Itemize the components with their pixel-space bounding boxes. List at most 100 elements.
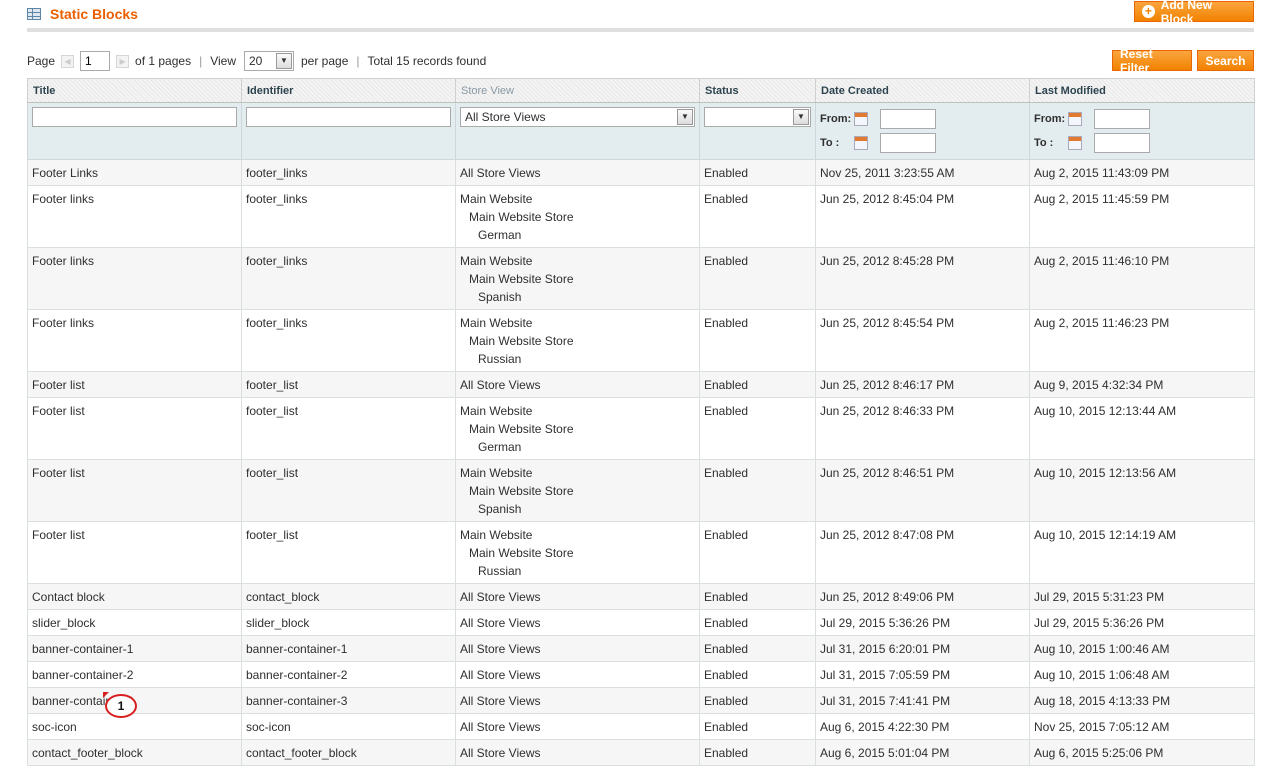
next-page-icon[interactable]: ▶ [116,54,130,68]
status-cell: Enabled [699,687,816,714]
store-view-cell: All Store Views [455,687,700,714]
total-records: Total 15 records found [367,54,487,68]
table-row[interactable]: Footer links footer_links Main Website Main… [27,185,1255,248]
store-view-line: Main Website [460,404,533,418]
store-view-line: Main Website [460,254,533,268]
store-view-line: All Store Views [460,590,541,604]
last-modified-cell: Aug 10, 2015 12:14:19 AM [1029,521,1255,584]
table-row[interactable]: slider_block slider_block All Store Views E… [27,609,1255,636]
created-to-input[interactable] [880,133,936,153]
store-view-line: All Store Views [460,166,541,180]
date-created-cell: Jun 25, 2012 8:47:08 PM [815,521,1030,584]
store-view-line: German [478,228,522,242]
table-row[interactable]: Footer Links footer_links All Store Views E… [27,159,1255,186]
date-created-cell: Jun 25, 2012 8:46:51 PM [815,459,1030,522]
identifier-cell: contact_block [241,583,456,610]
last-modified-cell: Aug 2, 2015 11:46:10 PM [1029,247,1255,310]
of-pages-text: of 1 pages [135,54,192,68]
identifier-filter-input[interactable] [246,107,451,127]
last-modified-cell: Aug 18, 2015 4:13:33 PM [1029,687,1255,714]
column-header-date-created[interactable]: Date Created [815,78,1030,103]
store-view-filter-select[interactable]: All Store Views ▼ [460,107,695,127]
title-cell: soc-icon [27,713,242,740]
title-cell: Footer links [27,309,242,372]
column-header-title[interactable]: Title [27,78,242,103]
separator: | [199,54,203,68]
reset-filter-button[interactable]: Reset Filter [1112,47,1192,75]
plus-icon: + [1142,5,1155,18]
grid-body: Footer Links footer_links All Store Views E… [27,159,1255,766]
table-row[interactable]: Footer links footer_links Main Website Main… [27,309,1255,372]
last-modified-cell: Aug 10, 2015 1:00:46 AM [1029,635,1255,662]
blocks-grid: Title Identifier Store View Status Date … [27,78,1255,766]
date-created-cell: Jul 29, 2015 5:36:26 PM [815,609,1030,636]
store-view-cell: Main Website Main Website Store Spanish [455,247,700,310]
table-row[interactable]: Footer list footer_list Main Website Main W… [27,459,1255,522]
page-label: Page [27,54,56,68]
status-cell: Enabled [699,459,816,522]
table-row[interactable]: Contact block contact_block All Store View… [27,583,1255,610]
title-cell: banner-container-2 [27,661,242,688]
calendar-icon[interactable] [854,112,868,126]
table-row[interactable]: Footer list footer_list Main Website Main W… [27,521,1255,584]
store-view-cell: All Store Views [455,371,700,398]
modified-to-input[interactable] [1094,133,1150,153]
store-view-cell: All Store Views [455,159,700,186]
store-view-cell: All Store Views [455,609,700,636]
prev-page-icon[interactable]: ◀ [61,54,75,68]
table-row[interactable]: banner-container-2 banner-container-2 All … [27,661,1255,688]
table-row[interactable]: Footer list footer_list Main Website Main W… [27,397,1255,460]
store-view-line: Russian [478,352,522,366]
store-view-line: Main Website Store [469,422,574,436]
calendar-icon[interactable] [1068,112,1082,126]
store-view-line: All Store Views [460,668,541,682]
modified-from-label: From: [1034,113,1066,125]
calendar-icon[interactable] [1068,136,1082,150]
last-modified-cell: Nov 25, 2015 7:05:12 AM [1029,713,1255,740]
status-filter-select[interactable]: ▼ [704,107,811,127]
store-view-cell: All Store Views [455,635,700,662]
store-view-line: All Store Views [460,720,541,734]
store-view-line: Main Website [460,316,533,330]
table-row[interactable]: Footer list footer_list All Store Views Ena… [27,371,1255,398]
column-header-identifier[interactable]: Identifier [241,78,456,103]
created-to-label: To : [820,137,840,149]
date-created-cell: Jun 25, 2012 8:49:06 PM [815,583,1030,610]
search-button[interactable]: Search [1197,50,1254,71]
page-header: Static Blocks [27,0,1254,32]
created-from-input[interactable] [880,109,936,129]
last-modified-cell: Aug 10, 2015 12:13:44 AM [1029,397,1255,460]
calendar-icon[interactable] [854,136,868,150]
column-header-status[interactable]: Status [699,78,816,103]
title-filter-input[interactable] [32,107,237,127]
store-view-cell: Main Website Main Website Store Russian [455,309,700,372]
modified-from-input[interactable] [1094,109,1150,129]
identifier-cell: footer_links [241,185,456,248]
per-page-label: per page [301,54,349,68]
per-page-select[interactable]: 20 ▼ [244,51,294,71]
table-row[interactable]: banner-container-1 banner-container-1 All … [27,635,1255,662]
store-view-line: Main Website Store [469,484,574,498]
title-cell: Footer list [27,397,242,460]
last-modified-cell: Aug 10, 2015 12:13:56 AM [1029,459,1255,522]
identifier-cell: banner-container-2 [241,661,456,688]
store-view-cell: All Store Views [455,661,700,688]
page-number-input[interactable] [80,51,111,71]
title-cell: Footer links [27,185,242,248]
column-header-last-modified[interactable]: Last Modified [1029,78,1255,103]
table-row[interactable]: soc-icon soc-icon All Store Views Enabled Au… [27,713,1255,740]
status-cell: Enabled [699,521,816,584]
add-new-block-button[interactable]: + Add New Block [1134,0,1254,26]
title-cell: Contact block [27,583,242,610]
status-cell: Enabled [699,397,816,460]
status-cell: Enabled [699,739,816,766]
identifier-cell: banner-container-1 [241,635,456,662]
date-created-cell: Jun 25, 2012 8:45:04 PM [815,185,1030,248]
table-row[interactable]: Footer links footer_links Main Website Main… [27,247,1255,310]
store-view-line: Spanish [478,290,522,304]
title-cell: Footer list [27,371,242,398]
status-cell: Enabled [699,609,816,636]
table-row[interactable]: contact_footer_block contact_footer_block… [27,739,1255,766]
table-row[interactable]: banner-container-3 banner-container-3 All … [27,687,1255,714]
grid-icon [27,8,41,20]
